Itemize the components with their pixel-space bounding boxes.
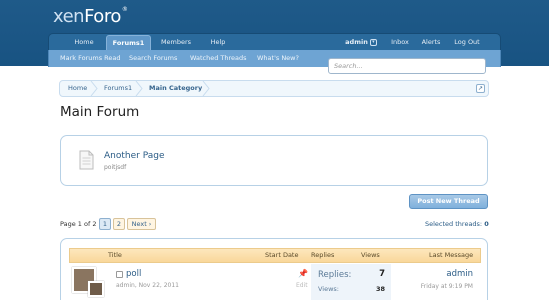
replies-count: 7 xyxy=(379,269,385,279)
last-poster-avatar xyxy=(88,281,104,297)
tab-help[interactable]: Help xyxy=(200,34,236,51)
tab-members[interactable]: Members xyxy=(152,34,200,51)
breadcrumb-separator xyxy=(135,81,143,96)
jump-to-icon[interactable]: ↗ xyxy=(476,84,485,93)
user-menu[interactable]: admin ▾ xyxy=(341,34,381,51)
thread-stats: Replies: 7 Views: 38 xyxy=(311,264,391,300)
thread-meta: admin, Nov 22, 2011 xyxy=(116,282,179,289)
thread-start-date: Nov 22, 2011 xyxy=(138,282,179,289)
pin-icon: 📌 xyxy=(298,269,308,278)
breadcrumb-forums[interactable]: Forums1 xyxy=(104,81,132,96)
watched-threads-link[interactable]: Watched Threads xyxy=(190,50,247,67)
breadcrumb-separator xyxy=(90,81,98,96)
breadcrumb: Home Forums1 Main Category ↗ xyxy=(59,80,489,97)
chevron-down-icon: ▾ xyxy=(369,38,377,46)
thread-list: Title Start Date Replies Views Last Mess… xyxy=(60,238,488,300)
subforum-card: Another Page poitjsdf xyxy=(60,135,488,186)
main-nav: Home Forums1 Members Help admin ▾ Inbox A… xyxy=(48,33,501,51)
subforum-title-link[interactable]: Another Page xyxy=(104,151,165,161)
whats-new-link[interactable]: What's New? xyxy=(257,50,299,67)
views-label: Views: xyxy=(318,285,340,293)
col-start-date[interactable]: Start Date xyxy=(265,249,298,262)
tab-forums[interactable]: Forums1 xyxy=(106,35,151,51)
next-page-link[interactable]: Next › xyxy=(127,218,156,230)
edit-thread-link[interactable]: Edit xyxy=(296,282,308,289)
col-replies[interactable]: Replies xyxy=(311,249,334,262)
breadcrumb-home[interactable]: Home xyxy=(68,81,87,96)
thread-list-header: Title Start Date Replies Views Last Mess… xyxy=(69,248,481,272)
selected-threads-label: Selected threads: xyxy=(425,220,483,228)
selected-threads-count: 0 xyxy=(484,220,489,228)
col-views[interactable]: Views xyxy=(361,249,380,262)
page-link-1[interactable]: 1 xyxy=(99,218,111,230)
user-menu-label: admin xyxy=(345,38,368,46)
nav-alerts[interactable]: Alerts xyxy=(416,34,446,51)
search-input[interactable]: Search... xyxy=(328,58,486,74)
nav-logout[interactable]: Log Out xyxy=(449,34,485,51)
col-title[interactable]: Title xyxy=(108,249,122,262)
search-forums-link[interactable]: Search Forums xyxy=(129,50,177,67)
selected-threads[interactable]: Selected threads: 0 xyxy=(425,220,489,228)
site-logo[interactable]: xenForo® xyxy=(53,6,128,27)
breadcrumb-separator xyxy=(202,81,210,96)
nav-inbox[interactable]: Inbox xyxy=(386,34,414,51)
subforum-description: poitjsdf xyxy=(104,164,127,171)
site-header: xenForo® Home Forums1 Members Help admin… xyxy=(0,0,549,67)
tab-home[interactable]: Home xyxy=(62,34,106,51)
views-count: 38 xyxy=(375,285,385,293)
avatar[interactable] xyxy=(72,267,104,297)
page-link-2[interactable]: 2 xyxy=(113,218,125,230)
page-count-label: Page 1 of 2 xyxy=(60,220,97,228)
last-message-user-link[interactable]: admin xyxy=(446,269,473,279)
thread-title-link[interactable]: poll xyxy=(126,269,141,279)
document-icon xyxy=(79,150,94,174)
thread-checkbox[interactable] xyxy=(116,271,123,278)
post-new-thread-button[interactable]: Post New Thread xyxy=(409,194,488,209)
last-message-time[interactable]: Friday at 9:19 PM xyxy=(421,283,473,290)
replies-label: Replies: xyxy=(318,270,352,280)
table-row: poll admin, Nov 22, 2011 📌 Edit Replies:… xyxy=(69,264,481,300)
breadcrumb-current[interactable]: Main Category xyxy=(149,81,202,96)
thread-author-link[interactable]: admin xyxy=(116,282,135,289)
col-last-message[interactable]: Last Message ↓ xyxy=(429,249,480,272)
mark-forums-read-link[interactable]: Mark Forums Read xyxy=(60,50,121,67)
page-title: Main Forum xyxy=(60,104,140,120)
